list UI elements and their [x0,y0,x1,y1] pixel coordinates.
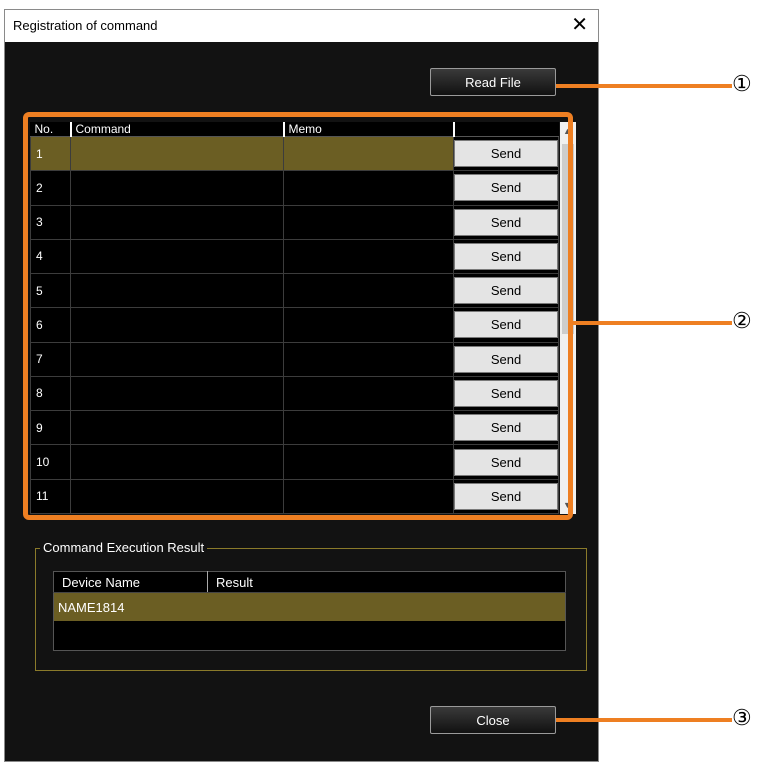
memo-cell[interactable] [283,307,454,343]
column-header-result[interactable]: Result [207,571,566,593]
no-cell: 5 [30,273,71,309]
scroll-up-icon[interactable]: ▲ [563,126,572,136]
result-row[interactable]: NAME1814 [53,592,566,621]
read-file-button[interactable]: Read File [430,68,556,96]
command-cell[interactable] [70,444,284,480]
command-cell[interactable] [70,170,284,206]
command-cell[interactable] [70,307,284,343]
action-cell: Send [453,478,559,515]
send-button[interactable]: Send [454,414,558,442]
table-row[interactable]: 3 Send [30,204,559,240]
command-cell[interactable] [70,375,284,412]
vertical-scrollbar[interactable]: ▲ ▼ [560,122,576,514]
memo-cell[interactable] [283,135,454,172]
title-bar: Registration of command ✕ [5,10,598,42]
memo-cell[interactable] [283,204,454,240]
scroll-thumb[interactable] [562,144,574,334]
action-cell: Send [453,135,559,172]
command-cell[interactable] [70,273,284,309]
memo-cell[interactable] [283,444,454,480]
memo-cell[interactable] [283,478,454,515]
result-cell [207,592,566,621]
action-cell: Send [453,170,559,206]
result-table-header: Device Name Result [53,571,566,593]
memo-cell[interactable] [283,238,454,275]
command-table: No. Command Memo 1 Send 2 Send 3 Send 4 Send 5 Se… [30,122,559,515]
send-button[interactable]: Send [454,140,558,168]
table-row[interactable]: 6 Send [30,307,559,343]
table-row[interactable]: 11 Send [30,478,559,515]
no-cell: 2 [30,170,71,206]
no-cell: 4 [30,238,71,275]
command-cell[interactable] [70,410,284,446]
callout-marker-3: ③ [732,705,752,730]
close-icon[interactable]: ✕ [571,13,588,37]
no-cell: 6 [30,307,71,343]
memo-cell[interactable] [283,341,454,377]
table-row[interactable]: 5 Send [30,273,559,309]
memo-cell[interactable] [283,273,454,309]
no-cell: 8 [30,375,71,412]
result-table: Device Name Result NAME1814 [53,571,566,651]
send-button[interactable]: Send [454,482,558,510]
empty-cell [53,621,566,651]
callout-marker-1: ① [732,71,752,96]
table-row[interactable]: 2 Send [30,170,559,206]
device-name-cell: NAME1814 [53,592,208,621]
column-header-no[interactable]: No. [30,122,71,137]
action-cell: Send [453,273,559,309]
callout-line-3 [556,718,732,722]
action-cell: Send [453,204,559,240]
memo-cell[interactable] [283,375,454,412]
callout-line-1 [556,84,732,88]
command-cell[interactable] [70,478,284,515]
send-button[interactable]: Send [454,379,558,407]
command-cell[interactable] [70,204,284,240]
command-table-header: No. Command Memo [30,122,559,137]
table-row[interactable]: 1 Send [30,135,559,172]
close-button[interactable]: Close [430,706,556,734]
callout-line-2 [573,321,732,325]
send-button[interactable]: Send [454,448,558,476]
command-cell[interactable] [70,341,284,377]
table-row[interactable]: 8 Send [30,375,559,412]
result-group-label: Command Execution Result [40,540,208,555]
window-title: Registration of command [13,18,158,33]
column-header-command[interactable]: Command [69,122,284,137]
column-header-action [452,122,559,137]
action-cell: Send [453,238,559,275]
action-cell: Send [453,410,559,446]
table-row[interactable]: 9 Send [30,410,559,446]
memo-cell[interactable] [283,410,454,446]
table-row[interactable]: 7 Send [30,341,559,377]
column-header-device-name[interactable]: Device Name [53,571,208,593]
no-cell: 1 [30,135,71,172]
send-button[interactable]: Send [454,242,558,270]
column-header-memo[interactable]: Memo [282,122,454,137]
send-button[interactable]: Send [454,277,558,305]
no-cell: 7 [30,341,71,377]
action-cell: Send [453,444,559,480]
no-cell: 10 [30,444,71,480]
command-cell[interactable] [70,135,284,172]
result-empty-row [53,621,566,651]
memo-cell[interactable] [283,170,454,206]
send-button[interactable]: Send [454,345,558,373]
no-cell: 9 [30,410,71,446]
send-button[interactable]: Send [454,311,558,339]
action-cell: Send [453,307,559,343]
send-button[interactable]: Send [454,174,558,202]
callout-marker-2: ② [732,308,752,333]
no-cell: 3 [30,204,71,240]
table-row[interactable]: 4 Send [30,238,559,275]
action-cell: Send [453,341,559,377]
action-cell: Send [453,375,559,412]
send-button[interactable]: Send [454,208,558,236]
no-cell: 11 [30,478,71,515]
table-row[interactable]: 10 Send [30,444,559,480]
command-cell[interactable] [70,238,284,275]
scroll-down-icon[interactable]: ▼ [563,500,572,510]
